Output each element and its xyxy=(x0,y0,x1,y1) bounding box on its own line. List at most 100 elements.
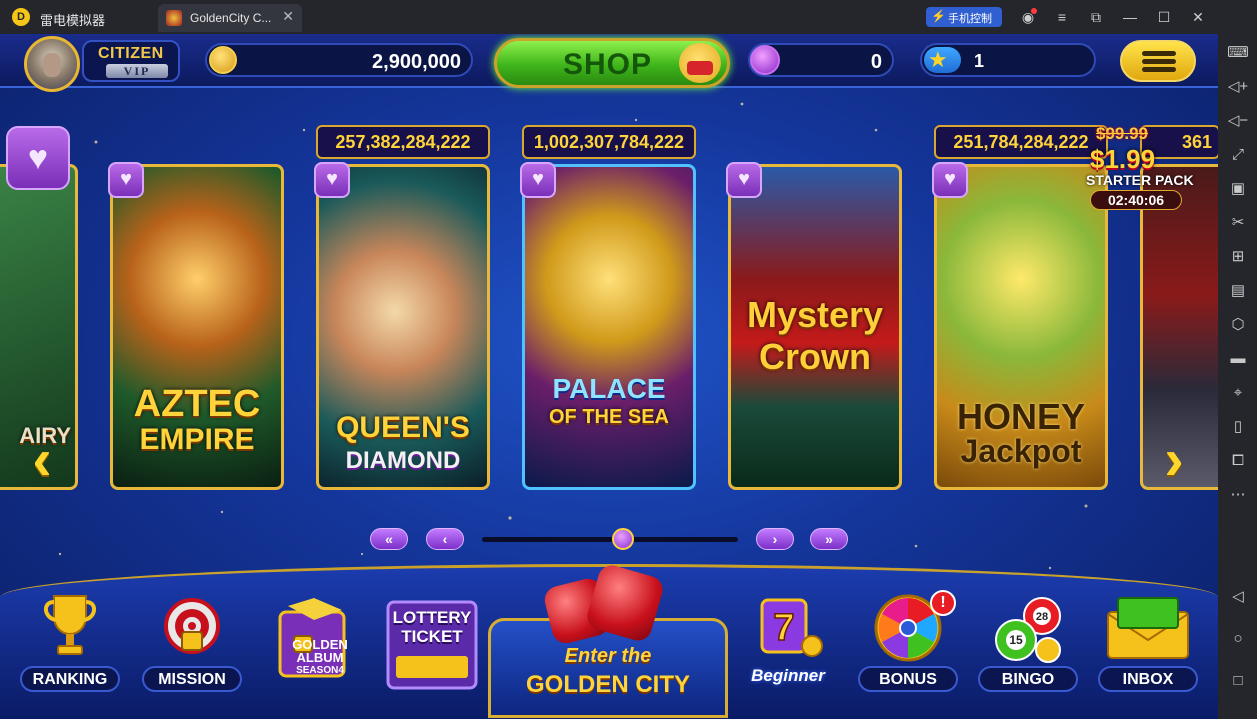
favorite-heart-icon[interactable]: ♥ xyxy=(932,162,968,198)
player-rank-name: CITIZEN xyxy=(98,45,164,62)
main-menu-button[interactable] xyxy=(1120,40,1196,82)
resize-icon[interactable]: ⤢ xyxy=(1227,144,1249,166)
shake-icon[interactable]: ▯ xyxy=(1227,416,1249,438)
album-text-line3: SEASON4 xyxy=(296,665,344,676)
dock-label-box: BINGO xyxy=(978,666,1078,692)
pager-last-button[interactable]: » xyxy=(810,528,848,550)
shop-button-label: SHOP xyxy=(563,48,653,81)
minimize-icon[interactable]: — xyxy=(1120,7,1140,27)
coin-balance-value: 2,900,000 xyxy=(372,51,461,73)
player-avatar[interactable] xyxy=(24,36,80,92)
coin-balance[interactable]: 2,900,000 xyxy=(205,43,473,77)
favorite-heart-icon[interactable]: ♥ xyxy=(6,126,70,190)
favorite-heart-icon[interactable]: ♥ xyxy=(314,162,350,198)
dock-mission[interactable]: MISSION xyxy=(142,588,242,698)
volume-up-icon[interactable]: ◁+ xyxy=(1227,76,1249,98)
avatar-face xyxy=(43,53,61,77)
dock-bonus[interactable]: ! BONUS xyxy=(858,588,958,698)
menu-line xyxy=(1142,67,1176,72)
dock-ranking-label: RANKING xyxy=(32,671,108,688)
svg-text:7: 7 xyxy=(773,607,794,649)
favorite-heart-icon[interactable]: ♥ xyxy=(108,162,144,198)
enter-golden-city-line2: GOLDEN CITY xyxy=(525,671,690,698)
shop-button[interactable]: SHOP xyxy=(494,38,730,88)
screenshot-icon[interactable]: ▣ xyxy=(1227,178,1249,200)
dock-beginner[interactable]: 7 Beginner xyxy=(738,588,838,698)
game-screen: CITIZEN VIP 2,900,000 SHOP 0 ★ 1 AIRY ♥ … xyxy=(0,34,1218,719)
pager-slider-thumb[interactable] xyxy=(612,528,634,550)
scroll-right-arrow-icon[interactable]: › xyxy=(1154,430,1194,490)
tab-close-icon[interactable]: ✕ xyxy=(282,8,294,25)
player-level-value: 1 xyxy=(974,51,985,71)
game-card-mystery-crown[interactable]: Mystery Crown xyxy=(728,164,902,490)
phone-control-button[interactable]: ⚡ 手机控制 xyxy=(926,7,1002,27)
target-icon xyxy=(164,598,220,654)
location-icon[interactable]: ⌖ xyxy=(1227,382,1249,404)
scissors-icon[interactable]: ✂ xyxy=(1227,212,1249,234)
game-card-aztec-empire[interactable]: AZTEC EMPIRE xyxy=(110,164,284,490)
enter-golden-city-button[interactable]: Enter the GOLDEN CITY xyxy=(488,618,728,718)
game-title-line1: PALACE xyxy=(552,373,666,404)
gem-balance[interactable]: 0 xyxy=(748,43,894,77)
dock-bingo[interactable]: 28 15 BINGO xyxy=(978,588,1078,698)
more-icon[interactable]: ⋯ xyxy=(1227,484,1249,506)
game-card-palace-of-the-sea[interactable]: PALACE OF THE SEA xyxy=(522,164,696,490)
scroll-left-arrow-icon[interactable]: ‹ xyxy=(22,430,62,490)
maximize-icon[interactable]: ☐ xyxy=(1154,7,1174,27)
apk-install-icon[interactable]: ▤ xyxy=(1227,280,1249,302)
settings-icon[interactable]: ⬡ xyxy=(1227,314,1249,336)
multi-window-icon[interactable]: ⧠ xyxy=(1227,450,1249,472)
emulator-sidebar: ⌨ ◁+ ◁− ⤢ ▣ ✂ ⊞ ▤ ⬡ ▬ ⌖ ▯ ⧠ ⋯ ◁ ○ □ xyxy=(1218,34,1257,719)
starter-pack-new-price: $1.99 xyxy=(1090,144,1156,174)
recents-icon[interactable]: □ xyxy=(1227,670,1249,692)
game-title-line1: HONEY xyxy=(956,396,1086,437)
favorite-heart-icon[interactable]: ♥ xyxy=(520,162,556,198)
add-app-icon[interactable]: ⊞ xyxy=(1227,246,1249,268)
dock-inbox[interactable]: INBOX xyxy=(1098,588,1198,698)
game-card-honey-jackpot[interactable]: HONEY Jackpot xyxy=(934,164,1108,490)
volume-down-icon[interactable]: ◁− xyxy=(1227,110,1249,132)
bingo-ball-number: 15 xyxy=(1009,633,1023,647)
bingo-balls-icon: 28 15 xyxy=(995,597,1061,663)
folder-icon[interactable]: ▬ xyxy=(1227,348,1249,370)
pager-first-button[interactable]: « xyxy=(370,528,408,550)
level-star-icon: ★ xyxy=(928,47,948,72)
player-rank-badge[interactable]: CITIZEN VIP xyxy=(82,40,180,82)
keyboard-icon[interactable]: ⌨ xyxy=(1227,42,1249,64)
dock-beginner-label: Beginner xyxy=(751,666,825,685)
starter-pack-offer[interactable]: $99.99 $1.99 STARTER PACK 02:40:06 xyxy=(1082,120,1194,212)
coin-icon xyxy=(209,46,237,74)
dock-mission-label: MISSION xyxy=(158,671,226,688)
jackpot-amount: 257,382,284,222 xyxy=(316,125,490,159)
dock-bonus-label: BONUS xyxy=(879,671,937,688)
game-tab-label: GoldenCity C... xyxy=(190,11,272,25)
game-title-line2: EMPIRE xyxy=(139,423,255,456)
close-window-icon[interactable]: ✕ xyxy=(1188,7,1208,27)
dock-golden-album[interactable]: GOLDEN ALBUM SEASON4 xyxy=(262,588,362,698)
lottery-text: LOTTERY TICKET xyxy=(390,608,474,646)
home-icon[interactable]: ○ xyxy=(1227,628,1249,650)
popout-icon[interactable]: ⧉ xyxy=(1086,7,1106,27)
gift-coin-icon xyxy=(679,43,721,83)
starter-pack-timer: 02:40:06 xyxy=(1090,190,1182,210)
favorite-heart-icon[interactable]: ♥ xyxy=(726,162,762,198)
gem-icon xyxy=(750,45,780,75)
back-icon[interactable]: ◁ xyxy=(1227,586,1249,608)
menu-icon[interactable]: ≡ xyxy=(1052,7,1072,27)
game-tab[interactable]: GoldenCity C... ✕ xyxy=(158,4,302,32)
dock-ranking[interactable]: RANKING xyxy=(20,588,120,698)
game-card-queens-diamond[interactable]: QUEEN'S DIAMOND xyxy=(316,164,490,490)
dock-label-box: INBOX xyxy=(1098,666,1198,692)
dock-lottery-ticket[interactable]: LOTTERY TICKET xyxy=(384,588,484,698)
starter-pack-old-price: $99.99 xyxy=(1096,124,1148,143)
pager-slider-track[interactable] xyxy=(482,537,738,542)
gem-balance-value: 0 xyxy=(870,51,882,73)
notification-dot xyxy=(1031,8,1037,14)
bingo-ball-number: 28 xyxy=(1036,611,1048,623)
enter-golden-city-line1: Enter the xyxy=(564,645,652,667)
game-title-line2: DIAMOND xyxy=(345,447,461,474)
pager-prev-button[interactable]: ‹ xyxy=(426,528,464,550)
account-icon[interactable]: ◉ xyxy=(1018,7,1038,27)
level-progress-bar[interactable]: ★ 1 xyxy=(920,43,1096,77)
pager-next-button[interactable]: › xyxy=(756,528,794,550)
